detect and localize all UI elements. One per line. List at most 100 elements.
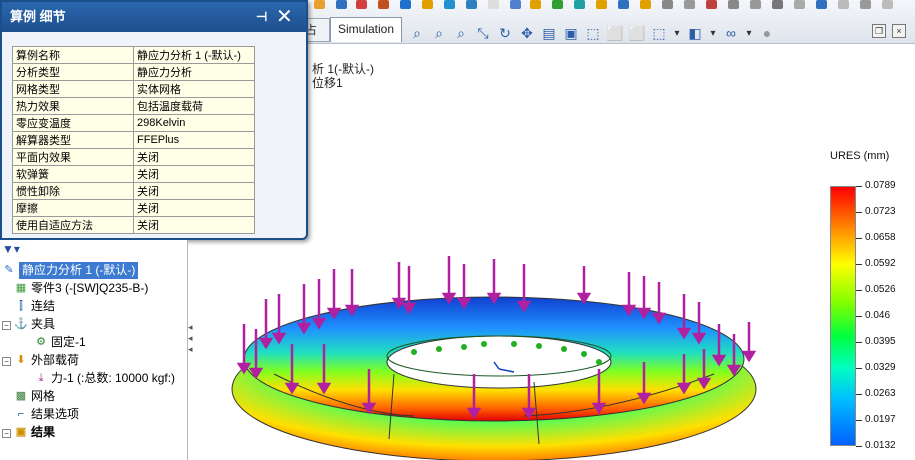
part-icon: ▦	[15, 282, 27, 294]
detail-key: 网格类型	[12, 80, 134, 98]
tree-item-results[interactable]: ▣ 结果	[14, 424, 55, 441]
legend-tick	[856, 368, 862, 369]
appearance-icon[interactable]: ●	[758, 24, 776, 42]
detail-row: 热力效果 包括温度载荷	[12, 97, 255, 115]
tab-simulation[interactable]: Simulation	[330, 17, 402, 42]
previous-view-icon[interactable]: ▤	[540, 24, 558, 42]
view-toolbar: ⌕ ⌕ ⌕ ⤡ ↻ ✥ ▤ ▣ ⬚ ⬜ ⬜ ⬚ ▾ ◧ ▾ ∞ ▾ ●	[408, 22, 776, 44]
detail-value: 298Kelvin	[133, 114, 255, 132]
result-options-icon: ⌐	[17, 408, 25, 420]
study-details-table: 算例名称 静应力分析 1 (-默认-) 分析类型 静应力分析 网格类型 实体网格 热力效果包…	[12, 46, 255, 234]
chevron-down-icon[interactable]: ▾	[708, 24, 718, 42]
pin-icon[interactable]: ⊣	[256, 2, 274, 32]
pane-splitter-handle[interactable]: ◂ ◂ ◂	[188, 322, 194, 358]
app-window: 占 Simulation ⌕ ⌕ ⌕ ⤡ ↻ ✥ ▤ ▣ ⬚ ⬜ ⬜ ⬚ ▾ ◧…	[0, 0, 915, 460]
color-legend-bar	[830, 186, 856, 446]
tree-item-label: 外部载荷	[31, 353, 80, 367]
close-icon[interactable]: ✕	[276, 2, 298, 32]
collapse-toggle-fixtures[interactable]: −	[2, 321, 11, 330]
legend-tick	[856, 394, 862, 395]
detail-key: 软弹簧	[12, 165, 134, 183]
zoom-to-fit-icon[interactable]: ⌕	[408, 24, 426, 42]
tree-item-label: 力-1 (:总数: 10000 kgf:)	[51, 371, 176, 385]
legend-tick	[856, 212, 862, 213]
feature-tree: ▼▾ ✎ 静应力分析 1 (-默认-) ▦ 零件3 (-[SW]Q235-B-)…	[0, 240, 188, 460]
legend-title: URES (mm)	[830, 150, 890, 162]
tree-item-result-options[interactable]: ⌐ 结果选项	[14, 406, 79, 423]
fixture-icon: ⚓	[14, 318, 28, 330]
detail-value: 实体网格	[133, 80, 255, 98]
legend-tick	[856, 316, 862, 317]
view-orientation-icon[interactable]: ◧	[686, 24, 704, 42]
detail-key: 摩擦	[12, 199, 134, 217]
tree-item-fixed-1[interactable]: ⚙ 固定-1	[34, 334, 86, 351]
close-window-icon[interactable]: ×	[892, 24, 906, 38]
mesh-icon: ▩	[15, 390, 27, 402]
chevron-down-icon[interactable]: ▾	[672, 24, 682, 42]
legend-tick	[856, 342, 862, 343]
study-details-popup: 算例 细节 ⊣ ✕ 算例名称 静应力分析 1 (-默认-) 分析类型 静应力分析 网格类…	[0, 0, 308, 240]
display-style-icon[interactable]: ⬚	[584, 24, 602, 42]
detail-row: 摩擦 关闭	[12, 199, 255, 217]
detail-key: 热力效果	[12, 97, 134, 115]
detail-row: 软弹簧 关闭	[12, 165, 255, 183]
tree-item-label: 零件3 (-[SW]Q235-B-)	[31, 281, 149, 295]
hidden-lines-icon[interactable]: ⬜	[628, 24, 646, 42]
zoom-selection-icon[interactable]: ⤡	[474, 24, 492, 42]
detail-key: 零应变温度	[12, 114, 134, 132]
collapse-toggle-results[interactable]: −	[2, 429, 11, 438]
detail-key: 算例名称	[12, 46, 134, 64]
legend-tick-label: 0.0723	[865, 206, 896, 217]
tree-item-mesh[interactable]: ▩ 网格	[14, 388, 55, 405]
fixed-icon: ⚙	[36, 336, 46, 348]
plot-name-label: 位移1	[312, 76, 343, 90]
results-icon: ▣	[15, 426, 27, 438]
legend-tick-label: 0.0132	[865, 440, 896, 451]
detail-row: 使用自适应方法 关闭	[12, 216, 255, 234]
legend-tick-label: 0.046	[865, 310, 891, 321]
detail-row: 分析类型 静应力分析	[12, 63, 255, 81]
force-icon: ⤓	[38, 372, 44, 384]
connection-icon: ⫿	[19, 300, 23, 312]
detail-value: 关闭	[133, 165, 255, 183]
legend-tick	[856, 264, 862, 265]
detail-row: 解算器类型 FFEPlus	[12, 131, 255, 149]
detail-value: 关闭	[133, 148, 255, 166]
window-controls: ❐ ×	[872, 24, 906, 38]
rotate-icon[interactable]: ↻	[496, 24, 514, 42]
pan-icon[interactable]: ✥	[518, 24, 536, 42]
tree-item-label: 结果选项	[31, 407, 80, 421]
tree-item-force-1[interactable]: ⤓ 力-1 (:总数: 10000 kgf:)	[34, 370, 175, 387]
chevron-down-icon[interactable]: ▾	[744, 24, 754, 42]
study-icon: ✎	[4, 264, 14, 276]
legend-tick	[856, 186, 862, 187]
tree-item-study[interactable]: ✎ 静应力分析 1 (-默认-)	[2, 262, 139, 279]
tree-item-fixtures[interactable]: ⚓ 夹具	[14, 316, 55, 333]
restore-icon[interactable]: ❐	[872, 24, 886, 38]
shaded-icon[interactable]: ⬜	[606, 24, 624, 42]
zoom-to-area-icon[interactable]: ⌕	[430, 24, 448, 42]
detail-value: 关闭	[133, 199, 255, 217]
legend-tick-label: 0.0526	[865, 284, 896, 295]
collapse-toggle-loads[interactable]: −	[2, 357, 11, 366]
section-view-icon[interactable]: ▣	[562, 24, 580, 42]
tree-item-connections[interactable]: ⫿ 连结	[14, 298, 55, 315]
legend-tick	[856, 420, 862, 421]
popup-title: 算例 细节 ⊣ ✕	[2, 2, 306, 32]
detail-value: 静应力分析 1 (-默认-)	[133, 46, 255, 64]
wireframe-icon[interactable]: ⬚	[650, 24, 668, 42]
legend-tick	[856, 290, 862, 291]
tree-item-external-loads[interactable]: ⬇ 外部载荷	[14, 352, 79, 369]
legend-tick-label: 0.0197	[865, 414, 896, 425]
zoom-in-out-icon[interactable]: ⌕	[452, 24, 470, 42]
detail-key: 使用自适应方法	[12, 216, 134, 234]
toolbar-row-partial	[300, 0, 915, 14]
tree-item-part[interactable]: ▦ 零件3 (-[SW]Q235-B-)	[14, 280, 149, 297]
detail-row: 零应变温度 298Kelvin	[12, 114, 255, 132]
detail-row: 网格类型 实体网格	[12, 80, 255, 98]
tree-item-label: 连结	[31, 299, 56, 313]
hide-show-icon[interactable]: ∞	[722, 24, 740, 42]
filter-icon[interactable]: ▼▾	[2, 242, 20, 256]
detail-value: 关闭	[133, 182, 255, 200]
tree-item-label: 结果	[31, 425, 56, 439]
